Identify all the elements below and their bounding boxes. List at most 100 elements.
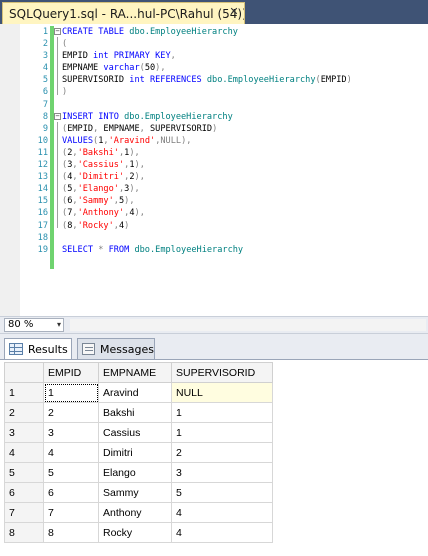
line-number: 2 [42, 39, 48, 50]
table-row[interactable]: 7 7 Anthony 4 [4, 502, 273, 523]
supervisorid-cell[interactable]: 2 [171, 442, 273, 463]
zoom-value: 80 % [8, 319, 34, 330]
code-token: int REFERENCES [129, 75, 207, 86]
column-header-supervisorid[interactable]: SUPERVISORID [171, 362, 273, 383]
code-token: CREATE TABLE [62, 27, 130, 37]
code-token: 'Anthony' [77, 208, 125, 219]
query-editor[interactable]: 1 2 3 4 5 6 7 8 9 10 11 12 13 14 15 16 17 18 19 − CREATE TA… [0, 24, 428, 316]
line-number: 19 [37, 244, 48, 255]
empname-cell[interactable]: Aravind [98, 382, 172, 403]
line-number: 18 [37, 232, 48, 243]
empname-cell[interactable]: Anthony [98, 502, 172, 523]
empname-cell[interactable]: Dimitri [98, 442, 172, 463]
row-number-cell[interactable]: 6 [4, 482, 44, 503]
code-token: dbo.EmployeeHierarchy [206, 75, 316, 86]
empid-cell[interactable]: 8 [43, 522, 99, 543]
table-row[interactable]: 3 3 Cassius 1 [4, 422, 273, 443]
table-row[interactable]: 1 1 Aravind NULL [4, 382, 273, 403]
supervisorid-cell[interactable]: 1 [171, 402, 273, 423]
code-token: ), [134, 172, 145, 183]
line-number: 8 [42, 111, 48, 122]
row-number-cell[interactable]: 2 [4, 402, 44, 423]
results-grid: EMPID EMPNAME SUPERVISORID 1 1 Aravind NULL… [4, 362, 273, 543]
code-token: * [98, 244, 109, 255]
code-token: FROM [108, 244, 135, 255]
empid-cell[interactable]: 5 [43, 462, 99, 483]
empid-cell[interactable]: 4 [43, 442, 99, 463]
code-line: SUPERVISORID int REFERENCES dbo.Employee… [56, 74, 426, 86]
line-number: 12 [37, 160, 48, 171]
table-row[interactable]: 5 5 Elango 3 [4, 462, 273, 483]
supervisorid-cell[interactable]: 3 [171, 462, 273, 483]
change-tracking-bar [50, 26, 54, 269]
code-token: int PRIMARY KEY [93, 51, 171, 62]
supervisorid-cell[interactable]: 1 [171, 422, 273, 443]
collapse-toggle-icon[interactable]: − [54, 28, 61, 35]
code-token: ), [124, 196, 135, 207]
horizontal-scrollbar[interactable] [70, 319, 426, 331]
chevron-down-icon[interactable]: ▾ [57, 319, 61, 331]
row-number-cell[interactable]: 3 [4, 422, 44, 443]
empname-cell[interactable]: Rocky [98, 522, 172, 543]
table-row[interactable]: 6 6 Sammy 5 [4, 482, 273, 503]
code-token: 'Elango' [77, 184, 119, 195]
code-line: − INSERT INTO dbo.EmployeeHierarchy [54, 111, 426, 123]
code-token: ) [212, 123, 218, 134]
grid-header-row: EMPID EMPNAME SUPERVISORID [4, 362, 273, 383]
column-header-empname[interactable]: EMPNAME [98, 362, 172, 383]
code-token: EMPID [67, 123, 94, 134]
table-row[interactable]: 8 8 Rocky 4 [4, 522, 273, 543]
empid-cell[interactable]: 3 [43, 422, 99, 443]
code-token: SUPERVISORID [150, 123, 213, 134]
supervisorid-cell[interactable]: 4 [171, 502, 273, 523]
code-line: ( [56, 38, 426, 50]
collapse-toggle-icon[interactable]: − [54, 112, 61, 120]
results-tab-strip: Results Messages [0, 334, 428, 359]
close-icon[interactable]: ✕ [228, 6, 240, 18]
empid-cell[interactable]: 2 [43, 402, 99, 423]
line-number: 14 [37, 184, 48, 195]
indicator-margin [0, 24, 20, 316]
empname-cell[interactable]: Elango [98, 462, 172, 483]
tab-messages[interactable]: Messages [77, 338, 155, 359]
column-header-empid[interactable]: EMPID [43, 362, 99, 383]
code-line: VALUES(1,'Aravind',NULL), [56, 135, 426, 147]
empname-cell[interactable]: Sammy [98, 482, 172, 503]
tab-results[interactable]: Results [4, 338, 72, 359]
row-number-cell[interactable]: 5 [4, 462, 44, 483]
line-number: 1 [42, 27, 48, 37]
results-pane: Results Messages EMPID EMPNAME SUPERVISO… [0, 334, 428, 556]
empname-cell[interactable]: Cassius [98, 422, 172, 443]
grid-icon [9, 343, 23, 355]
supervisorid-cell[interactable]: 5 [171, 482, 273, 503]
empid-cell[interactable]: 1 [43, 382, 99, 403]
empname-cell[interactable]: Bakshi [98, 402, 172, 423]
code-token: 'Sammy' [77, 196, 114, 207]
empid-cell[interactable]: 7 [43, 502, 99, 523]
zoom-dropdown[interactable]: 80 % ▾ [4, 318, 64, 332]
code-token: EMPID [62, 51, 94, 62]
supervisorid-cell[interactable]: NULL [171, 382, 273, 403]
code-token: INSERT INTO [62, 111, 125, 122]
code-token: ), [129, 184, 140, 195]
tab-sqlquery1[interactable]: SQLQuery1.sql - RA...hul-PC\Rahul (54))*… [2, 2, 245, 24]
row-number-cell[interactable]: 4 [4, 442, 44, 463]
outline-guide [57, 121, 58, 228]
code-token: 50 [144, 63, 156, 74]
code-token: 'Bakshi' [77, 147, 119, 158]
empid-cell[interactable]: 6 [43, 482, 99, 503]
row-number-cell[interactable]: 8 [4, 522, 44, 543]
code-token: , [170, 51, 176, 62]
row-number-header[interactable] [4, 362, 44, 383]
code-text[interactable]: − CREATE TABLE dbo.EmployeeHierarchy(EMPI… [54, 26, 426, 256]
table-row[interactable]: 4 4 Dimitri 2 [4, 442, 273, 463]
row-number-cell[interactable]: 7 [4, 502, 44, 523]
tab-messages-label: Messages [100, 342, 154, 356]
supervisorid-cell[interactable]: 4 [171, 522, 273, 543]
row-number-cell[interactable]: 1 [4, 382, 44, 403]
code-line: (8,'Rocky',4) [56, 220, 426, 232]
table-row[interactable]: 2 2 Bakshi 1 [4, 402, 273, 423]
code-token: VALUES [62, 135, 94, 146]
line-number: 9 [42, 123, 48, 134]
